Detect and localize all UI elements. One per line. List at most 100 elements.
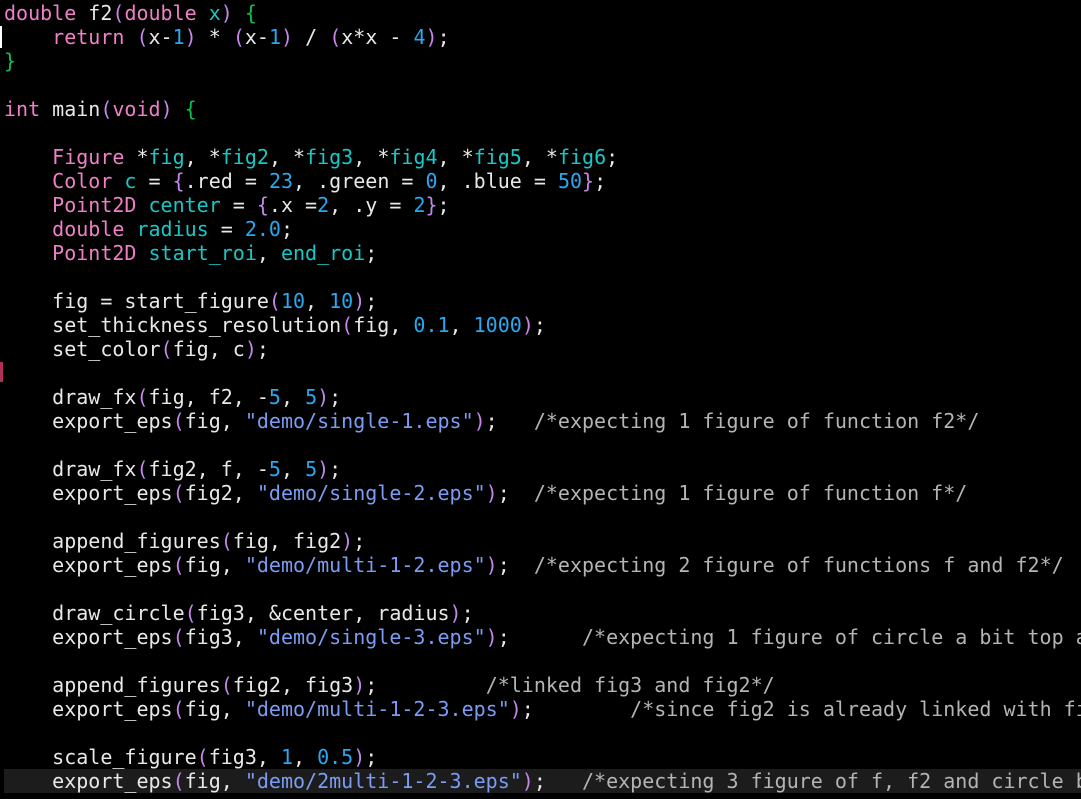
code-token: ; xyxy=(329,385,342,409)
code-token: = xyxy=(136,169,173,193)
code-token: 10 xyxy=(280,289,306,313)
code-token: double xyxy=(52,217,137,241)
code-token: "demo/single-1.eps" xyxy=(244,409,474,433)
code-editor[interactable]: double f2(double x) { return (x-1) * (x-… xyxy=(0,0,1081,799)
code-line[interactable]: draw_fx(fig2, f, -5, 5); xyxy=(4,457,341,481)
code-token: ) xyxy=(317,457,330,481)
code-token: fig, c xyxy=(172,337,245,361)
code-token: ( xyxy=(172,481,185,505)
code-token: ) xyxy=(449,601,462,625)
code-token: 2 xyxy=(317,193,330,217)
code-token: /*expecting 2 figure of functions f and … xyxy=(533,553,1064,577)
code-token: , .blue = xyxy=(437,169,558,193)
code-token: ) xyxy=(353,745,366,769)
code-token: ; xyxy=(594,169,607,193)
code-token: /*expecting 3 figure of f, f2 and circle… xyxy=(582,769,1081,793)
code-token: ; xyxy=(606,145,619,169)
code-token: ; xyxy=(497,481,534,505)
code-token: fig3, xyxy=(184,625,257,649)
code-token: ) xyxy=(184,25,197,49)
code-token: { xyxy=(172,169,185,193)
code-token: , .green = xyxy=(293,169,426,193)
code-token: export_eps xyxy=(4,409,173,433)
code-line[interactable]: Figure *fig, *fig2, *fig3, *fig4, *fig5,… xyxy=(4,145,618,169)
code-token: export_eps xyxy=(4,769,173,793)
code-token: } xyxy=(582,169,595,193)
code-token: end_roi xyxy=(280,241,366,265)
code-line[interactable]: set_thickness_resolution(fig, 0.1, 1000)… xyxy=(4,313,546,337)
code-token: x- xyxy=(244,25,269,49)
code-line[interactable]: Point2D center = {.x =2, .y = 2}; xyxy=(4,193,450,217)
code-line[interactable]: Point2D start_roi, end_roi; xyxy=(4,241,377,265)
code-token: set_color xyxy=(4,337,161,361)
code-line[interactable]: export_eps(fig, "demo/single-1.eps"); /*… xyxy=(4,409,979,433)
code-token: 50 xyxy=(557,169,583,193)
code-token: /*linked fig3 and fig2*/ xyxy=(485,673,775,697)
code-line[interactable]: export_eps(fig, "demo/2multi-1-2-3.eps")… xyxy=(4,769,1081,793)
code-token: , * xyxy=(521,145,558,169)
code-token: * xyxy=(196,25,233,49)
code-token: Color xyxy=(52,169,125,193)
code-token: return xyxy=(52,25,137,49)
code-token: 1 xyxy=(172,25,185,49)
code-token: /*expecting 1 figure of function f2*/ xyxy=(533,409,980,433)
code-line[interactable]: export_eps(fig3, "demo/single-3.eps"); /… xyxy=(4,625,1081,649)
code-token: ) xyxy=(353,289,366,313)
code-line[interactable]: int main(void) { xyxy=(4,97,197,121)
code-token: fig, f2, - xyxy=(148,385,269,409)
code-line[interactable]: append_figures(fig, fig2); xyxy=(4,529,365,553)
code-token: ) xyxy=(485,625,498,649)
code-token: fig, xyxy=(184,553,245,577)
code-token: fig4 xyxy=(389,145,438,169)
code-token: fig, xyxy=(184,409,245,433)
code-token: 2 xyxy=(413,193,426,217)
code-token: 5 xyxy=(268,457,281,481)
code-token: scale_figure xyxy=(4,745,197,769)
code-token: x*x - xyxy=(341,25,414,49)
code-token: 1000 xyxy=(473,313,522,337)
code-token: ( xyxy=(172,409,185,433)
code-line[interactable]: export_eps(fig, "demo/multi-1-2-3.eps");… xyxy=(4,697,1081,721)
code-line[interactable]: export_eps(fig, "demo/multi-1-2.eps"); /… xyxy=(4,553,1064,577)
code-token: append_figures xyxy=(4,673,221,697)
code-line[interactable]: return (x-1) * (x-1) / (x*x - 4); xyxy=(4,25,449,49)
code-line[interactable]: draw_fx(fig, f2, -5, 5); xyxy=(4,385,341,409)
code-token: Point2D xyxy=(52,241,149,265)
code-token: set_thickness_resolution xyxy=(4,313,342,337)
code-line[interactable]: set_color(fig, c); xyxy=(4,337,269,361)
code-token: "demo/single-3.eps" xyxy=(256,625,486,649)
code-token: ) xyxy=(341,529,354,553)
code-token: ; xyxy=(437,193,450,217)
code-token: 0.5 xyxy=(317,745,354,769)
code-line[interactable]: export_eps(fig2, "demo/single-2.eps"); /… xyxy=(4,481,967,505)
code-token: 10 xyxy=(329,289,354,313)
code-token: ; xyxy=(533,313,546,337)
code-token: ; xyxy=(521,697,631,721)
code-token: fig2, fig3 xyxy=(232,673,354,697)
code-token: } xyxy=(4,49,17,73)
code-token: fig6 xyxy=(557,145,607,169)
code-token: ( xyxy=(268,289,281,313)
code-token: draw_fx xyxy=(4,385,137,409)
code-line[interactable]: } xyxy=(4,49,16,73)
code-token: fig, xyxy=(184,769,245,793)
code-line[interactable]: double f2(double x) { xyxy=(4,1,257,25)
code-token: * xyxy=(136,145,149,169)
code-token: ( xyxy=(112,1,125,25)
code-line[interactable]: append_figures(fig2, fig3); /*linked fig… xyxy=(4,673,775,697)
code-line[interactable]: double radius = 2.0; xyxy=(4,217,293,241)
code-token: ( xyxy=(196,745,209,769)
code-line[interactable]: fig = start_figure(10, 10); xyxy=(4,289,377,313)
code-token: fig2, xyxy=(184,481,257,505)
code-line[interactable]: scale_figure(fig3, 1, 0.5); xyxy=(4,745,377,769)
code-line[interactable]: draw_circle(fig3, &center, radius); xyxy=(4,601,473,625)
code-token: ; xyxy=(497,553,534,577)
code-token: = xyxy=(220,193,257,217)
code-token: 5 xyxy=(305,385,318,409)
code-token: int xyxy=(4,97,53,121)
code-line[interactable]: Color c = {.red = 23, .green = 0, .blue … xyxy=(4,169,606,193)
code-token: ( xyxy=(136,385,149,409)
code-token: , xyxy=(256,241,281,265)
